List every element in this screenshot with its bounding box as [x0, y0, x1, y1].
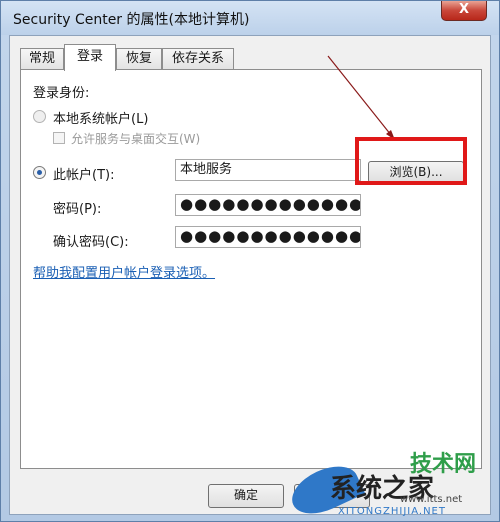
interact-desktop-checkbox[interactable] [53, 132, 65, 144]
tab-dependencies[interactable]: 依存关系 [162, 48, 234, 70]
logon-tab-panel: 登录身份: 本地系统帐户(L) 允许服务与桌面交互(W) 此帐户(T): 本地服… [20, 69, 482, 469]
local-system-radio[interactable] [33, 110, 46, 123]
close-button[interactable]: X [441, 1, 487, 21]
browse-highlight-box [355, 137, 467, 185]
confirm-password-label: 确认密码(C): [53, 235, 129, 250]
tab-logon[interactable]: 登录 [64, 44, 116, 71]
interact-desktop-label: 允许服务与桌面交互(W) [71, 132, 201, 146]
tab-recovery-label: 恢复 [125, 51, 152, 66]
tab-general-label: 常规 [28, 51, 55, 66]
ok-button[interactable]: 确定 [208, 484, 284, 508]
watermark-logo: 技术网 系统之家 www.itts.net XITONGZHIJIA.NET [284, 440, 500, 522]
title-bar[interactable]: Security Center 的属性(本地计算机) X [1, 1, 499, 35]
tab-logon-label: 登录 [76, 49, 103, 64]
tab-dependencies-label: 依存关系 [171, 51, 224, 66]
account-input[interactable]: 本地服务 [175, 159, 361, 181]
this-account-radio[interactable] [33, 166, 46, 179]
watermark-domain: XITONGZHIJIA.NET [338, 506, 446, 517]
logon-help-link[interactable]: 帮助我配置用户帐户登录选项。 [33, 262, 215, 281]
password-label: 密码(P): [53, 202, 102, 217]
tab-recovery[interactable]: 恢复 [116, 48, 162, 70]
watermark-url: www.itts.net [400, 494, 463, 505]
local-system-label: 本地系统帐户(L) [53, 112, 149, 127]
tab-general[interactable]: 常规 [20, 48, 64, 70]
window-title: Security Center 的属性(本地计算机) [13, 12, 250, 28]
password-input[interactable]: ●●●●●●●●●●●●●●● [175, 194, 361, 216]
logon-as-label: 登录身份: [33, 86, 90, 101]
confirm-password-input[interactable]: ●●●●●●●●●●●●●●● [175, 226, 361, 248]
this-account-label: 此帐户(T): [53, 168, 115, 183]
close-icon: X [458, 2, 470, 17]
